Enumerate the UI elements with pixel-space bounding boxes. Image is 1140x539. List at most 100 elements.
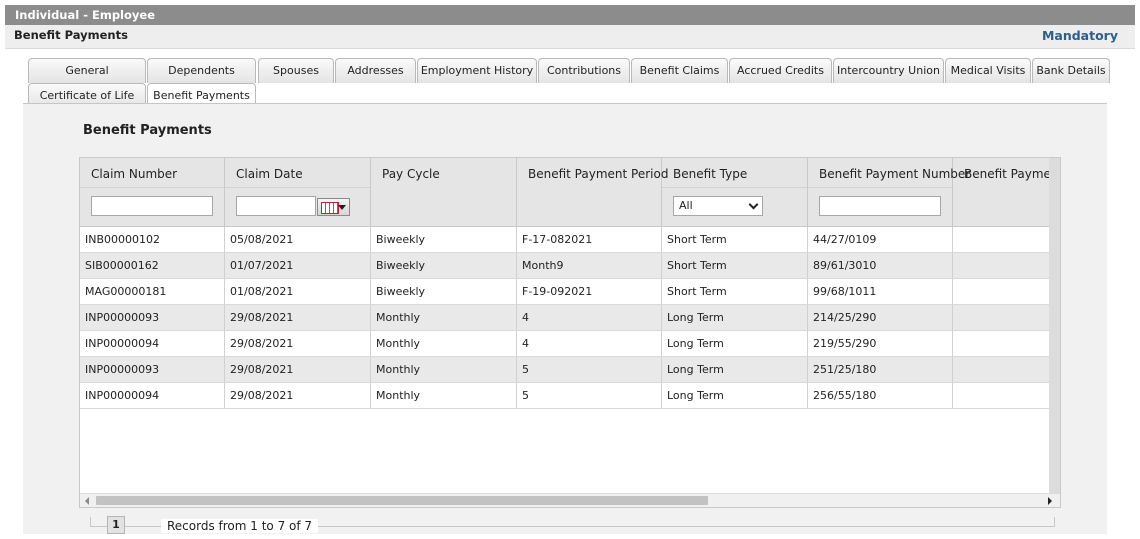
- column-benefit-payment-number[interactable]: Benefit Payment Number: [808, 158, 970, 226]
- column-label: Benefit Payment: [964, 167, 1061, 181]
- cell-payment-number: 99/68/1011: [808, 279, 953, 304]
- cell-payment-period: 4: [517, 331, 662, 356]
- benefit-payments-grid: Claim Number Claim Date Pay Cycle Benefi…: [79, 157, 1061, 508]
- cell-pay-cycle: Monthly: [371, 383, 517, 408]
- cell-claim-date: 29/08/2021: [225, 305, 371, 330]
- cell-payment-number: 219/55/290: [808, 331, 953, 356]
- cell-payment-period: 4: [517, 305, 662, 330]
- cell-payment-number: 44/27/0109: [808, 227, 953, 252]
- table-row[interactable]: INB00000102 05/08/2021 Biweekly F-17-082…: [80, 227, 1050, 253]
- cell-claim-date: 05/08/2021: [225, 227, 371, 252]
- table-row[interactable]: INP00000093 29/08/2021 Monthly 5 Long Te…: [80, 357, 1050, 383]
- cell-payment-period: F-19-092021: [517, 279, 662, 304]
- cell-claim-number: SIB00000162: [80, 253, 225, 278]
- cell-payment-period: Month9: [517, 253, 662, 278]
- cell-payment-period: 5: [517, 383, 662, 408]
- page-button-1[interactable]: 1: [107, 516, 125, 534]
- section-title: Benefit Payments: [83, 123, 212, 138]
- cell-benefit-payment: [953, 279, 1050, 304]
- column-claim-number[interactable]: Claim Number: [80, 158, 225, 226]
- cell-pay-cycle: Monthly: [371, 305, 517, 330]
- cell-claim-number: INP00000094: [80, 383, 225, 408]
- cell-benefit-type: Short Term: [662, 227, 808, 252]
- column-label: Pay Cycle: [382, 167, 440, 181]
- table-row[interactable]: SIB00000162 01/07/2021 Biweekly Month9 S…: [80, 253, 1050, 279]
- column-label: Claim Date: [236, 167, 303, 181]
- calendar-picker-button[interactable]: [317, 198, 350, 216]
- claim-number-filter[interactable]: [91, 196, 213, 216]
- column-label: Claim Number: [91, 167, 178, 181]
- column-benefit-type[interactable]: Benefit Type All: [662, 158, 808, 226]
- claim-date-filter[interactable]: [236, 196, 316, 216]
- cell-claim-date: 01/08/2021: [225, 279, 371, 304]
- tab-bank-details[interactable]: Bank Details: [1032, 58, 1110, 83]
- table-row[interactable]: INP00000094 29/08/2021 Monthly 5 Long Te…: [80, 383, 1050, 409]
- column-pay-cycle[interactable]: Pay Cycle: [371, 158, 517, 226]
- cell-pay-cycle: Monthly: [371, 357, 517, 382]
- tab-contributions[interactable]: Contributions: [538, 58, 630, 83]
- scrollbar-thumb[interactable]: [96, 496, 708, 505]
- tab-benefit-claims[interactable]: Benefit Claims: [631, 58, 728, 83]
- column-benefit-payment-period[interactable]: Benefit Payment Period: [517, 158, 668, 226]
- benefit-type-select[interactable]: All: [673, 196, 763, 216]
- cell-pay-cycle: Biweekly: [371, 227, 517, 252]
- cell-claim-number: INP00000093: [80, 357, 225, 382]
- tab-medical-visits[interactable]: Medical Visits: [945, 58, 1031, 83]
- cell-claim-date: 29/08/2021: [225, 383, 371, 408]
- cell-claim-date: 29/08/2021: [225, 331, 371, 356]
- cell-claim-number: INP00000094: [80, 331, 225, 356]
- selected-value: All: [679, 199, 693, 212]
- cell-benefit-type: Long Term: [662, 357, 808, 382]
- cell-claim-number: INB00000102: [80, 227, 225, 252]
- cell-benefit-type: Long Term: [662, 331, 808, 356]
- cell-payment-number: 89/61/3010: [808, 253, 953, 278]
- tab-employment-history[interactable]: Employment History: [417, 58, 537, 83]
- horizontal-scrollbar[interactable]: [80, 493, 1060, 507]
- cell-benefit-type: Long Term: [662, 305, 808, 330]
- cell-benefit-payment: [953, 253, 1050, 278]
- scroll-left-icon[interactable]: [85, 497, 89, 505]
- mandatory-label: Mandatory: [1041, 28, 1118, 43]
- table-row[interactable]: INP00000094 29/08/2021 Monthly 4 Long Te…: [80, 331, 1050, 357]
- table-row[interactable]: MAG00000181 01/08/2021 Biweekly F-19-092…: [80, 279, 1050, 305]
- column-label: Benefit Payment Number: [819, 167, 971, 181]
- tab-spouses[interactable]: Spouses: [258, 58, 334, 83]
- tab-general[interactable]: General: [28, 58, 146, 83]
- page-subtitle: Benefit Payments: [14, 28, 128, 42]
- tab-addresses[interactable]: Addresses: [335, 58, 416, 83]
- cell-claim-date: 29/08/2021: [225, 357, 371, 382]
- benefit-payment-number-filter[interactable]: [819, 196, 941, 216]
- dropdown-arrow-icon: [338, 205, 346, 210]
- cell-payment-period: F-17-082021: [517, 227, 662, 252]
- cell-payment-number: 214/25/290: [808, 305, 953, 330]
- cell-claim-number: INP00000093: [80, 305, 225, 330]
- cell-benefit-payment: [953, 331, 1050, 356]
- column-benefit-payment[interactable]: Benefit Payment: [953, 158, 1060, 226]
- records-count: Records from 1 to 7 of 7: [161, 519, 319, 533]
- vertical-scroll-track[interactable]: [1049, 158, 1060, 495]
- scroll-right-icon[interactable]: [1048, 497, 1052, 505]
- column-claim-date[interactable]: Claim Date: [225, 158, 371, 226]
- cell-benefit-payment: [953, 357, 1050, 382]
- calendar-icon: [321, 202, 339, 214]
- cell-pay-cycle: Biweekly: [371, 253, 517, 278]
- cell-claim-number: MAG00000181: [80, 279, 225, 304]
- tab-dependents[interactable]: Dependents: [147, 58, 256, 83]
- cell-benefit-payment: [953, 305, 1050, 330]
- cell-claim-date: 01/07/2021: [225, 253, 371, 278]
- chevron-down-icon: [748, 199, 759, 210]
- cell-benefit-payment: [953, 227, 1050, 252]
- table-row[interactable]: INP00000093 29/08/2021 Monthly 4 Long Te…: [80, 305, 1050, 331]
- window-title: Individual - Employee: [5, 5, 1135, 25]
- column-label: Benefit Type: [673, 167, 748, 181]
- column-label: Benefit Payment Period: [528, 167, 669, 181]
- cell-pay-cycle: Monthly: [371, 331, 517, 356]
- tab-accrued-credits[interactable]: Accrued Credits: [729, 58, 832, 83]
- grid-header: Claim Number Claim Date Pay Cycle Benefi…: [80, 158, 1060, 227]
- cell-payment-number: 256/55/180: [808, 383, 953, 408]
- cell-benefit-type: Short Term: [662, 253, 808, 278]
- cell-pay-cycle: Biweekly: [371, 279, 517, 304]
- tab-intercountry-union[interactable]: Intercountry Union: [833, 58, 944, 83]
- cell-benefit-type: Long Term: [662, 383, 808, 408]
- cell-payment-number: 251/25/180: [808, 357, 953, 382]
